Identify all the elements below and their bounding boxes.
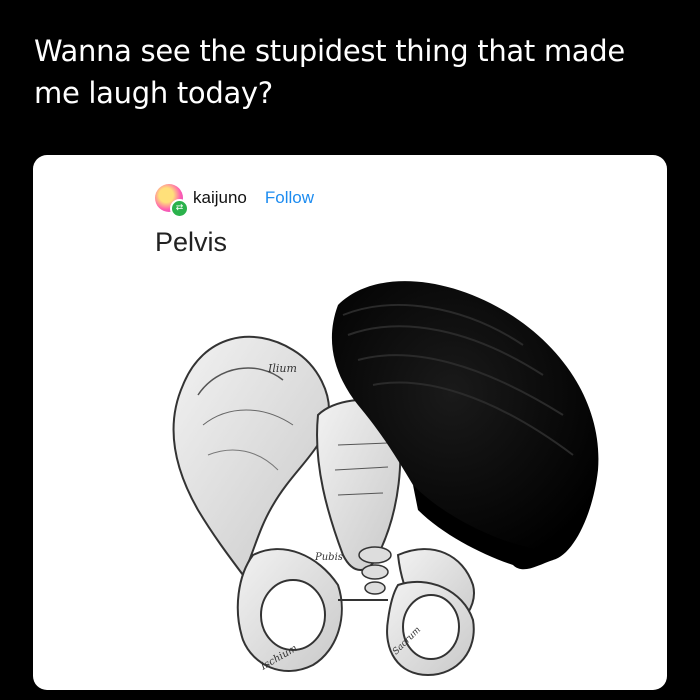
post-title: Pelvis <box>155 227 228 257</box>
follow-button[interactable]: Follow <box>265 188 314 208</box>
embedded-post-card[interactable]: ⇄ kaijuno Follow Pelvis Ilium Pubis Isch… <box>33 155 667 690</box>
username[interactable]: kaijuno <box>193 188 247 208</box>
ilium-bone <box>172 335 330 577</box>
tweet-text: Wanna see the stupidest thing that made … <box>34 34 625 110</box>
label-pubis: Pubis <box>314 552 343 563</box>
label-ilium: Ilium <box>267 362 297 375</box>
pelvis-illustration: Ilium Pubis Ischium Sacrum <box>172 281 599 677</box>
reblog-icon: ⇄ <box>170 199 189 218</box>
avatar-icon[interactable]: ⇄ <box>155 184 189 218</box>
post-header: ⇄ kaijuno Follow <box>155 182 314 218</box>
